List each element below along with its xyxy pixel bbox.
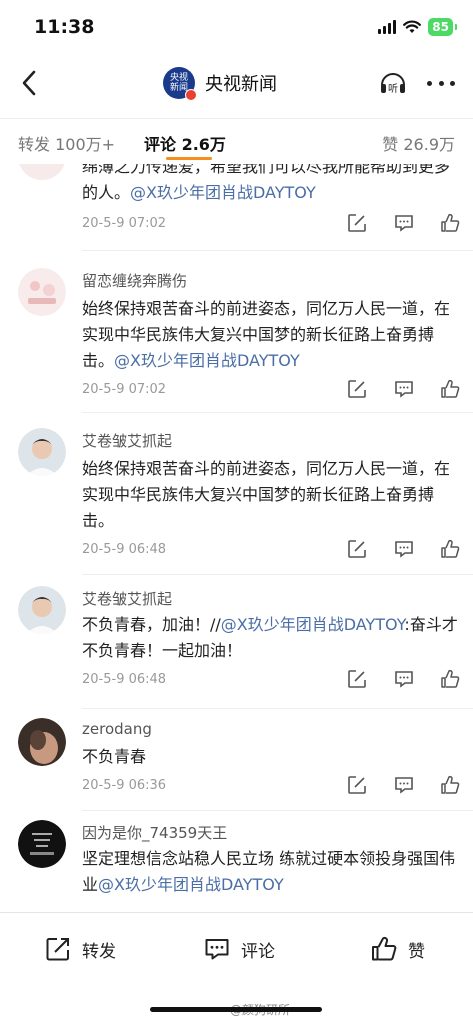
- avatar[interactable]: [18, 268, 66, 316]
- comment-time: 20-5-9 06:48: [82, 672, 167, 687]
- edit-icon[interactable]: [346, 774, 368, 796]
- comment-item: 艾卷皱艾抓起 不负青春，加油！//@X玖少年团肖战DAYTOY:奋斗才不负青春！…: [0, 576, 473, 709]
- nav-header: 央视 新闻 央视新闻 听: [0, 56, 473, 110]
- comment-author[interactable]: 留恋缠绕奔腾伤: [82, 270, 187, 291]
- comment-label: 评论: [241, 941, 275, 962]
- repost-label: 转发: [82, 941, 116, 962]
- comment-item: 留恋缠绕奔腾伤 始终保持艰苦奋斗的前进姿态，同亿万人民一道，在实现中华民族伟大复…: [0, 256, 473, 413]
- like-label: 赞: [408, 941, 425, 962]
- bottom-action-bar: 转发 评论 赞 @颜狗研所: [0, 912, 473, 1024]
- signal-icon: [378, 20, 397, 34]
- like-icon: [372, 936, 397, 961]
- avatar[interactable]: [18, 820, 66, 868]
- comment-author[interactable]: 因为是你_74359天王: [82, 822, 227, 843]
- comment-item: 因为是你_74359天王 坚定理想信念站稳人民立场 练就过硬本领投身强国伟业@X…: [0, 812, 473, 912]
- tab-active-indicator: [166, 157, 212, 160]
- divider: [82, 250, 473, 251]
- comment-item: zerodang 不负青春 20-5-9 06:36: [0, 710, 473, 811]
- mention-link[interactable]: @X玖少年团肖战DAYTOY: [114, 351, 300, 370]
- avatar[interactable]: [18, 428, 66, 476]
- back-arrow-icon: [22, 70, 36, 96]
- comment-text: 坚定理想信念站稳人民立场 练就过硬本领投身强国伟业@X玖少年团肖战DAYTOY: [82, 849, 456, 894]
- like-icon[interactable]: [439, 538, 461, 560]
- comment-text: 始终保持艰苦奋斗的前进姿态，同亿万人民一道，在实现中华民族伟大复兴中国梦的新长征…: [82, 459, 451, 530]
- comment-list[interactable]: 绵薄之力传递爱，希望我们可以尽我所能帮助到更多的人。@X玖少年团肖战DAYTOY…: [0, 164, 473, 912]
- like-icon[interactable]: [439, 378, 461, 400]
- back-button[interactable]: [12, 66, 46, 100]
- tab-like[interactable]: 赞 26.9万: [382, 131, 455, 155]
- comment-icon[interactable]: [393, 538, 415, 560]
- repost-icon: [46, 938, 69, 961]
- mention-link[interactable]: @X玖少年团肖战DAYTOY: [221, 615, 405, 634]
- like-button[interactable]: 赞: [370, 935, 425, 963]
- listen-label: 听: [388, 83, 398, 95]
- comment-actions: [346, 378, 461, 400]
- like-icon[interactable]: [439, 668, 461, 690]
- avatar[interactable]: [18, 586, 66, 634]
- comment-icon[interactable]: [393, 212, 415, 234]
- comment-text: 绵薄之力传递爱，希望我们可以尽我所能帮助到更多的人。@X玖少年团肖战DAYTOY: [82, 164, 451, 202]
- comment-actions: [346, 538, 461, 560]
- wifi-icon: [403, 20, 422, 33]
- comment-icon[interactable]: [393, 668, 415, 690]
- comment-item: 绵薄之力传递爱，希望我们可以尽我所能帮助到更多的人。@X玖少年团肖战DAYTOY…: [0, 164, 473, 256]
- home-indicator[interactable]: [150, 1007, 322, 1012]
- status-bar: 11:38 85: [0, 0, 473, 52]
- comment-time: 20-5-9 06:36: [82, 778, 167, 793]
- edit-icon[interactable]: [346, 378, 368, 400]
- like-icon[interactable]: [439, 774, 461, 796]
- comment-time: 20-5-9 07:02: [82, 216, 167, 231]
- divider: [82, 708, 473, 709]
- logo-line1: 央视: [169, 73, 188, 83]
- comment-actions: [346, 668, 461, 690]
- more-button[interactable]: [423, 68, 459, 98]
- status-time: 11:38: [34, 16, 95, 38]
- comment-icon: [205, 939, 229, 960]
- account-logo: 央视 新闻: [163, 67, 197, 101]
- comment-text: 不负青春: [82, 747, 147, 766]
- comment-actions: [346, 774, 461, 796]
- comment-item: 艾卷皱艾抓起 始终保持艰苦奋斗的前进姿态，同亿万人民一道，在实现中华民族伟大复兴…: [0, 416, 473, 575]
- comment-actions: [346, 212, 461, 234]
- like-icon[interactable]: [439, 212, 461, 234]
- comment-icon[interactable]: [393, 774, 415, 796]
- avatar[interactable]: [18, 718, 66, 766]
- account-header[interactable]: 央视 新闻 央视新闻: [163, 67, 277, 101]
- comment-text: 不负青春，加油！//@X玖少年团肖战DAYTOY:奋斗才不负青春！一起加油！: [82, 615, 458, 660]
- mention-link[interactable]: @X玖少年团肖战DAYTOY: [98, 875, 284, 894]
- edit-icon[interactable]: [346, 668, 368, 690]
- divider: [82, 574, 473, 575]
- tab-comment[interactable]: 评论 2.6万: [144, 131, 226, 155]
- edit-icon[interactable]: [346, 212, 368, 234]
- listen-icon: 听: [381, 73, 405, 95]
- comment-author[interactable]: 艾卷皱艾抓起: [82, 430, 172, 451]
- comment-icon[interactable]: [393, 378, 415, 400]
- comment-text: 始终保持艰苦奋斗的前进姿态，同亿万人民一道，在实现中华民族伟大复兴中国梦的新长征…: [82, 299, 451, 370]
- listen-button[interactable]: 听: [378, 68, 408, 98]
- edit-icon[interactable]: [346, 538, 368, 560]
- page-title: 央视新闻: [205, 74, 277, 95]
- comment-button[interactable]: 评论: [203, 935, 275, 963]
- mention-link[interactable]: @X玖少年团肖战DAYTOY: [130, 183, 316, 202]
- comment-time: 20-5-9 07:02: [82, 382, 167, 397]
- verified-badge-icon: [185, 89, 197, 101]
- comment-author[interactable]: 艾卷皱艾抓起: [82, 588, 172, 609]
- more-icon: [427, 80, 432, 86]
- tab-bar: 转发 100万+ 评论 2.6万 赞 26.9万: [0, 118, 473, 164]
- comment-time: 20-5-9 06:48: [82, 542, 167, 557]
- repost-button[interactable]: 转发: [44, 935, 116, 963]
- divider: [82, 810, 473, 811]
- tab-repost[interactable]: 转发 100万+: [18, 131, 115, 155]
- comment-author[interactable]: zerodang: [82, 720, 152, 738]
- avatar[interactable]: [18, 164, 66, 180]
- divider: [82, 412, 473, 413]
- status-icons: 85: [378, 18, 457, 36]
- battery-icon: 85: [428, 18, 457, 36]
